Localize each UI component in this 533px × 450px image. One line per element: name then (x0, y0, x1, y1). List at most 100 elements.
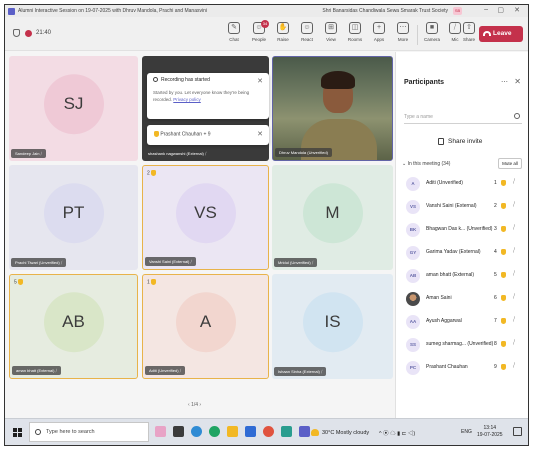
minimize-button[interactable]: – (484, 6, 488, 13)
mic-off-icon: ⧸ (60, 260, 63, 265)
raised-hand-toast[interactable]: Prashant Chauhan + 9 ✕ (147, 125, 269, 145)
leave-button[interactable]: Leave (479, 26, 523, 42)
participant-name-tag: aman bhatt (External) ⧸ (12, 366, 61, 375)
language-indicator[interactable]: ENG (461, 429, 472, 435)
participant-avatar: BK (406, 223, 420, 237)
raised-hand-icon (17, 279, 23, 285)
chat-button[interactable]: ✎ Chat (222, 22, 246, 42)
more-button[interactable]: ⋯ More (391, 22, 415, 42)
camera-button[interactable]: ■ Camera (420, 22, 444, 42)
weather-widget[interactable]: 30°C Mostly cloudy (311, 429, 369, 436)
video-tile[interactable]: M Mridul (Unverified) ⧸ (272, 165, 393, 270)
apps-label: Apps (373, 37, 385, 42)
chrome-icon[interactable] (209, 426, 220, 437)
mic-off-icon: ⧸ (40, 151, 42, 156)
teams-taskbar-icon[interactable] (299, 426, 310, 437)
pager-next-icon[interactable]: › (199, 402, 201, 408)
people-button[interactable]: ☺ 34 People (247, 20, 271, 42)
system-tray[interactable]: ^ ⦿ ☁ ▮ ⊏ ◁) (379, 429, 415, 437)
close-window-button[interactable]: ✕ (514, 6, 520, 14)
mic-off-icon: ⧸ (190, 259, 192, 264)
participant-row[interactable]: AA Ayush Aggarwal 7 ⧸ (396, 312, 528, 332)
participant-row[interactable]: AB aman bhatt (External) 5 ⧸ (396, 266, 528, 286)
maximize-button[interactable]: ▢ (497, 6, 504, 14)
mic-off-icon: ⧸ (513, 179, 516, 185)
pager-label: 1/4 (191, 402, 199, 408)
participant-row[interactable]: BK Bhagwan Das k... (Unverified) 3 ⧸ (396, 220, 528, 240)
raised-hand-icon (150, 279, 156, 285)
whatsapp-icon[interactable] (281, 426, 292, 437)
shield-icon[interactable] (13, 29, 20, 37)
task-view-icon[interactable] (173, 426, 184, 437)
raised-hand-icon (501, 272, 506, 278)
camera-icon: ■ (426, 22, 438, 34)
video-tile[interactable]: 2 VS Vanshi Saini (External) ⧸ (142, 165, 269, 270)
video-tile-speaker[interactable]: Dhruv Mandola (Unverified) (272, 56, 393, 161)
file-explorer-icon[interactable] (227, 426, 238, 437)
mic-off-icon: ⧸ (513, 340, 516, 346)
participant-avatar: AB (406, 269, 420, 283)
leave-label: Leave (493, 30, 512, 37)
mic-off-icon: ⧸ (513, 294, 516, 300)
toast-text: Prashant Chauhan + 9 (160, 131, 211, 138)
share-label: Share (462, 37, 475, 42)
video-tile[interactable]: SJ Sandeep Jain ⧸ (9, 56, 138, 161)
grid-pager[interactable]: ‹ 1/4 › (188, 402, 201, 408)
video-tile[interactable]: PT Prachi Tiwari (Unverified) ⧸ (9, 165, 138, 270)
participant-avatar: AB (43, 291, 104, 352)
share-icon (438, 138, 444, 145)
video-tile[interactable]: IS Ishaan Sinha (External) ⧸ (272, 274, 393, 379)
video-tile[interactable]: 1 A Aditi (Unverified) ⧸ (142, 274, 269, 379)
participant-row[interactable]: GY Garima Yadav (External) 4 ⧸ (396, 243, 528, 263)
raised-hand-icon (501, 364, 506, 370)
react-label: React (301, 37, 313, 42)
apps-icon: + (373, 22, 385, 34)
raised-hand-icon (501, 249, 506, 255)
notification-icon[interactable] (513, 427, 522, 436)
close-panel-icon[interactable]: ✕ (514, 77, 521, 86)
edge-icon[interactable] (191, 426, 202, 437)
taskbar-search-input[interactable]: Type here to search (29, 422, 149, 442)
video-tile[interactable]: 5 AB aman bhatt (External) ⧸ (9, 274, 138, 379)
org-badge[interactable]: SB (453, 7, 462, 15)
pager-prev-icon[interactable]: ‹ (188, 402, 190, 408)
participant-row[interactable]: SS sumeg sharmag... (Unverified) 8 ⧸ (396, 335, 528, 355)
share-invite-button[interactable]: Share invite (438, 138, 482, 145)
participant-row[interactable]: A Aditi (Unverified) 1 ⧸ (396, 174, 528, 194)
share-button[interactable]: ⇧ Share (457, 22, 481, 42)
participant-search-input[interactable]: Type a name (404, 110, 522, 124)
widget-icon[interactable] (155, 426, 166, 437)
apps-button[interactable]: + Apps (367, 22, 391, 42)
react-button[interactable]: ☺ React (295, 22, 319, 42)
mic-off-icon: ⧸ (513, 271, 516, 277)
close-icon[interactable]: ✕ (257, 130, 263, 138)
more-options-icon[interactable]: ⋯ (501, 78, 508, 86)
privacy-policy-link[interactable]: Privacy policy (173, 97, 201, 102)
raised-hand-icon (501, 295, 506, 301)
weather-icon (311, 429, 319, 436)
participant-name-tag: Sandeep Jain ⧸ (11, 149, 46, 158)
in-meeting-section-header[interactable]: ⌄ In this meeting (34) (402, 161, 450, 167)
windows-start-icon[interactable] (13, 428, 22, 437)
rooms-button[interactable]: ◫ Rooms (343, 22, 367, 42)
mute-all-button[interactable]: Mute all (498, 158, 522, 169)
view-button[interactable]: ⊞ View (319, 22, 343, 42)
participants-panel: Participants ⋯ ✕ Type a name Share invit… (395, 52, 528, 418)
participant-row[interactable]: Aman Saini 6 ⧸ (396, 289, 528, 309)
raise-label: Raise (277, 37, 289, 42)
participant-row[interactable]: VS Vanshi Saini (External) 2 ⧸ (396, 197, 528, 217)
title-bar: Alumni Interactive Session on 19-07-2025… (5, 5, 528, 17)
store-icon[interactable] (245, 426, 256, 437)
chat-icon: ✎ (228, 22, 240, 34)
mic-off-icon: ⧸ (513, 248, 516, 254)
organization-name[interactable]: Shri Banarsidas Chandiwala Sewa Smarak T… (322, 8, 448, 14)
taskbar-clock[interactable]: 13:14 19-07-2025 (477, 425, 503, 439)
raise-hand-button[interactable]: ✋ Raise (271, 22, 295, 42)
participant-name-tag: Ishaan Sinha (External) ⧸ (274, 367, 327, 376)
participant-row[interactable]: PC Prashant Chauhan 9 ⧸ (396, 358, 528, 378)
participant-name-tag: Mridul (Unverified) ⧸ (274, 258, 318, 267)
hand-raise-order: 2 (147, 170, 156, 176)
mic-off-icon: ⧸ (55, 368, 57, 373)
app-icon[interactable] (263, 426, 274, 437)
close-icon[interactable]: ✕ (257, 77, 263, 85)
